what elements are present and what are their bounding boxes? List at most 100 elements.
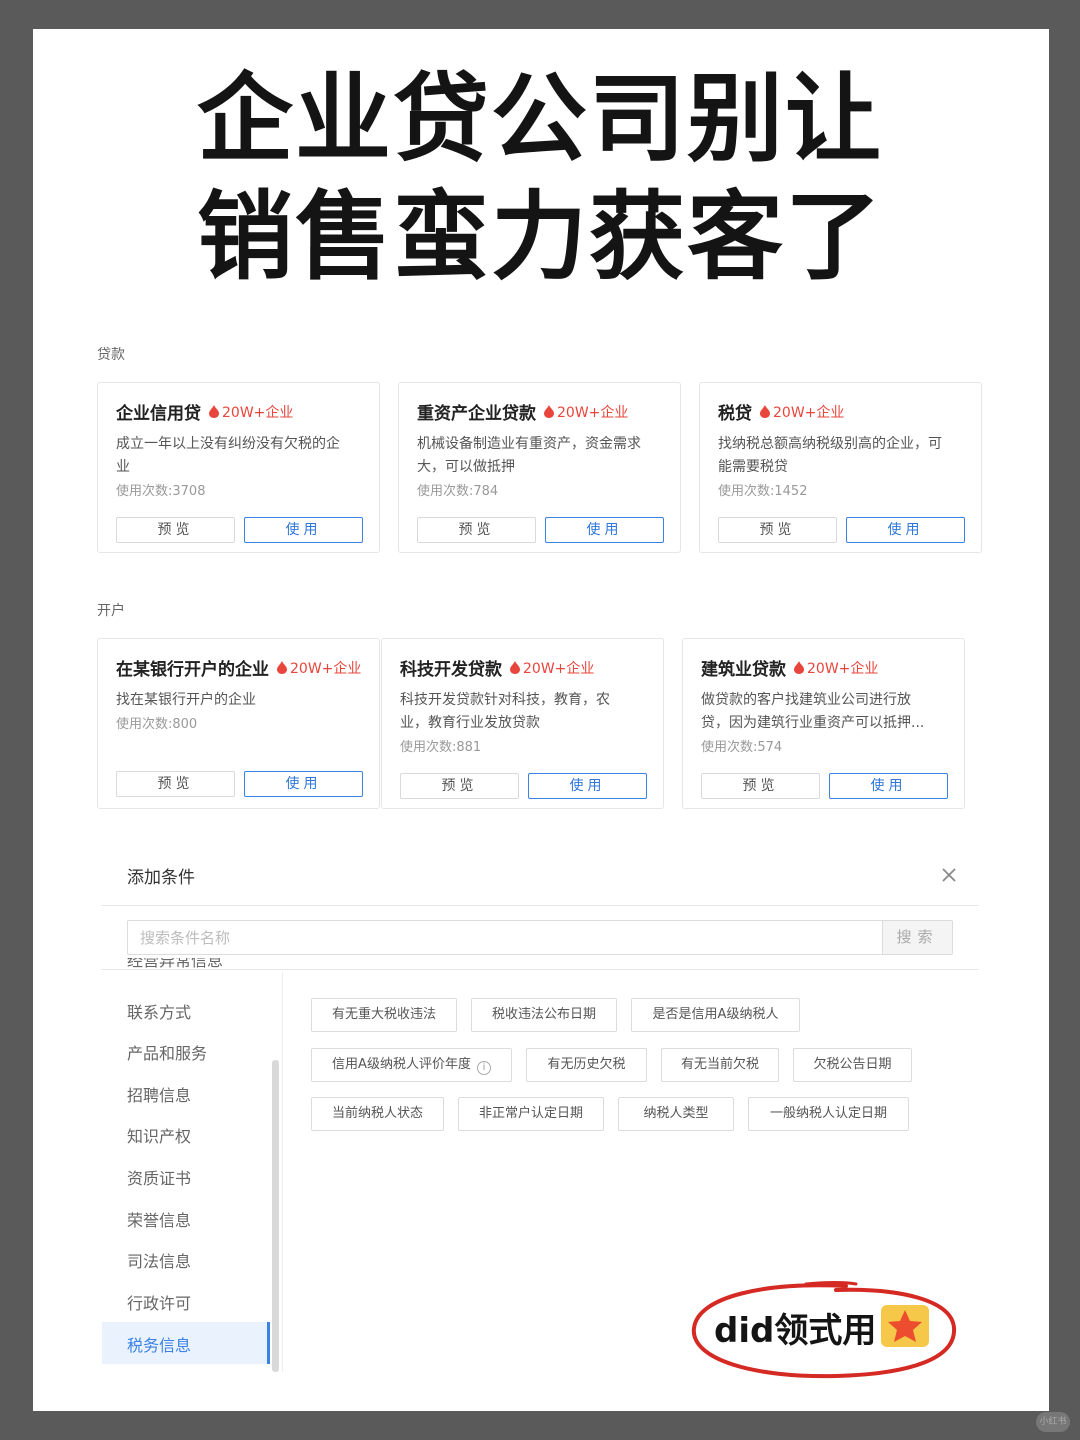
condition-chip[interactable]: 纳税人类型: [618, 1097, 734, 1131]
sidebar-item-certificates[interactable]: 资质证书: [127, 1165, 191, 1189]
usage-count: 使用次数:800: [116, 717, 198, 732]
condition-chip[interactable]: 有无当前欠税: [661, 1048, 779, 1082]
stamp-text: did领式用: [714, 1311, 877, 1351]
card-title: 在某银行开户的企业: [116, 660, 269, 680]
card-description: 科技开发贷款针对科技，教育，农 业，教育行业发放贷款: [400, 689, 610, 735]
use-button[interactable]: 使用: [244, 517, 363, 543]
use-button[interactable]: 使用: [829, 773, 948, 799]
preview-button[interactable]: 预览: [417, 517, 536, 543]
sidebar-item-tax[interactable]: 税务信息: [102, 1322, 270, 1364]
hot-tag: 20W+企业: [794, 658, 878, 678]
sidebar-item-label: 经营异常信息: [127, 958, 224, 970]
condition-chip[interactable]: 一般纳税人认定日期: [748, 1097, 909, 1131]
template-card: 重资产企业贷款 20W+企业 机械设备制造业有重资产，资金需求 大，可以做抵押 …: [398, 382, 681, 553]
condition-chip[interactable]: 税收违法公布日期: [471, 998, 617, 1032]
template-card: 企业信用贷 20W+企业 成立一年以上没有纠纷没有欠税的企 业 使用次数:370…: [97, 382, 380, 553]
sidebar-item-label: 税务信息: [127, 1336, 192, 1355]
hot-tag-label: 20W+企业: [773, 404, 845, 421]
condition-chip[interactable]: 欠税公告日期: [793, 1048, 912, 1082]
usage-count: 使用次数:1452: [718, 484, 808, 499]
hot-tag: 20W+企业: [510, 658, 594, 678]
hot-tag: 20W+企业: [209, 402, 293, 422]
condition-chip[interactable]: 信用A级纳税人评价年度 i: [311, 1048, 512, 1082]
hot-tag-label: 20W+企业: [222, 404, 294, 421]
star-icon-shape: [888, 1310, 922, 1342]
condition-chip[interactable]: 是否是信用A级纳税人: [631, 998, 800, 1032]
usage-count: 使用次数:574: [701, 740, 783, 755]
preview-button[interactable]: 预览: [701, 773, 820, 799]
condition-chip[interactable]: 有无历史欠税: [526, 1048, 647, 1082]
fire-icon: [510, 661, 520, 674]
card-desc-line: 做贷款的客户找建筑业公司进行放: [701, 692, 911, 708]
card-desc-line: 大，可以做抵押: [417, 459, 515, 475]
template-card: 在某银行开户的企业 20W+企业 找在某银行开户的企业 使用次数:800 预览 …: [97, 638, 380, 809]
sidebar-item-judicial[interactable]: 司法信息: [127, 1248, 191, 1272]
sidebar-item-license[interactable]: 行政许可: [127, 1290, 191, 1314]
hot-tag-label: 20W+企业: [557, 404, 629, 421]
condition-chip[interactable]: 当前纳税人状态: [311, 1097, 444, 1131]
fire-icon: [209, 405, 219, 418]
sidebar-item-honors[interactable]: 荣誉信息: [127, 1207, 191, 1231]
condition-chip[interactable]: 非正常户认定日期: [458, 1097, 604, 1131]
headline-line-1: 企业贷公司别让: [197, 63, 883, 175]
info-icon[interactable]: i: [476, 1061, 491, 1075]
star-icon: [881, 1305, 929, 1347]
panel-divider: [282, 972, 283, 1372]
sidebar-item-partial[interactable]: 经营异常信息: [127, 958, 247, 972]
hot-tag: 20W+企业: [760, 402, 844, 422]
usage-count: 使用次数:881: [400, 740, 482, 755]
use-button[interactable]: 使用: [846, 517, 965, 543]
sidebar-item-products[interactable]: 产品和服务: [127, 1040, 207, 1064]
preview-button[interactable]: 预览: [718, 517, 837, 543]
panel-title: 添加条件: [127, 868, 195, 888]
hot-tag-label: 20W+企业: [807, 660, 879, 677]
card-desc-line: 科技开发贷款针对科技，教育，农: [400, 692, 610, 708]
card-title: 企业信用贷: [116, 404, 201, 424]
card-desc-line: 业: [116, 459, 130, 475]
sidebar-scrollbar[interactable]: [272, 1060, 279, 1372]
card-description: 机械设备制造业有重资产，资金需求 大，可以做抵押: [417, 433, 641, 479]
sidebar-item-ip[interactable]: 知识产权: [127, 1123, 191, 1147]
template-card: 建筑业贷款 20W+企业 做贷款的客户找建筑业公司进行放 贷，因为建筑行业重资产…: [682, 638, 965, 809]
preview-button[interactable]: 预览: [116, 517, 235, 543]
headline-line-2: 销售蛮力获客了: [197, 181, 883, 293]
fire-icon: [794, 661, 804, 674]
chip-label: 信用A级纳税人评价年度: [332, 1057, 471, 1072]
section-label-accounts: 开户: [97, 603, 125, 619]
template-card: 科技开发贷款 20W+企业 科技开发贷款针对科技，教育，农 业，教育行业发放贷款…: [381, 638, 664, 809]
condition-chip[interactable]: 有无重大税收违法: [311, 998, 457, 1032]
watermark: 小红书: [1036, 1412, 1070, 1432]
section-label-loans: 贷款: [97, 347, 125, 363]
card-desc-line: 成立一年以上没有纠纷没有欠税的企: [116, 436, 340, 452]
preview-button[interactable]: 预览: [400, 773, 519, 799]
search-bar: 搜索: [127, 920, 953, 955]
card-title: 税贷: [718, 404, 752, 424]
preview-button[interactable]: 预览: [116, 771, 235, 797]
use-button[interactable]: 使用: [244, 771, 363, 797]
use-button[interactable]: 使用: [545, 517, 664, 543]
template-card: 税贷 20W+企业 找纳税总额高纳税级别高的企业，可 能需要税贷 使用次数:14…: [699, 382, 982, 553]
card-desc-line: 贷，因为建筑行业重资产可以抵押...: [701, 715, 925, 731]
fire-icon: [277, 661, 287, 674]
divider: [101, 905, 979, 906]
usage-count: 使用次数:3708: [116, 484, 206, 499]
hot-tag-label: 20W+企业: [290, 660, 362, 677]
card-desc-line: 能需要税贷: [718, 459, 788, 475]
sidebar-item-recruitment[interactable]: 招聘信息: [127, 1082, 191, 1106]
fire-icon: [760, 405, 770, 418]
close-icon[interactable]: [938, 864, 960, 886]
card-description: 做贷款的客户找建筑业公司进行放 贷，因为建筑行业重资产可以抵押...: [701, 689, 924, 735]
card-desc-line: 机械设备制造业有重资产，资金需求: [417, 436, 641, 452]
sidebar-item-contact[interactable]: 联系方式: [127, 999, 191, 1023]
card-title: 科技开发贷款: [400, 660, 502, 680]
usage-count: 使用次数:784: [417, 484, 499, 499]
hot-tag: 20W+企业: [544, 402, 628, 422]
card-desc-line: 找纳税总额高纳税级别高的企业，可: [718, 436, 942, 452]
search-input[interactable]: [128, 921, 882, 954]
card-title: 重资产企业贷款: [417, 404, 536, 424]
hot-tag: 20W+企业: [277, 658, 361, 678]
use-button[interactable]: 使用: [528, 773, 647, 799]
card-title: 建筑业贷款: [701, 660, 786, 680]
card-desc-line: 找在某银行开户的企业: [116, 692, 256, 708]
search-button[interactable]: 搜索: [882, 921, 952, 954]
